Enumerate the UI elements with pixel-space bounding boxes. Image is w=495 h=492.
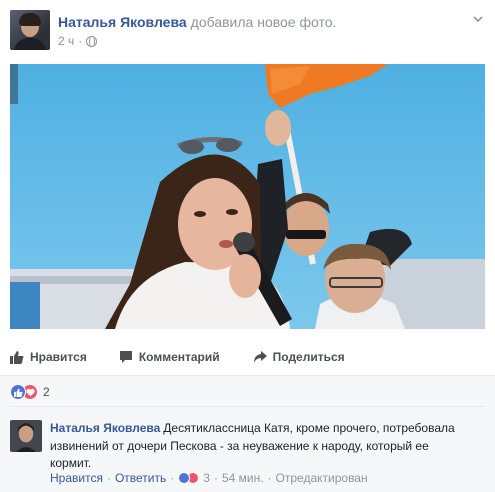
post-photo[interactable] [10, 64, 485, 329]
like-reaction-icon [10, 384, 26, 400]
comment-edited-label[interactable]: Отредактирован [276, 471, 368, 485]
comment-icon [119, 351, 132, 363]
globe-icon[interactable] [86, 35, 98, 47]
post-title-line: Наталья Яковлева добавила новое фото. [58, 14, 336, 30]
reaction-count: 2 [43, 385, 50, 399]
post-meta: 2 ч · [58, 34, 98, 48]
divider [10, 406, 485, 407]
comment-button-label: Комментарий [138, 350, 220, 364]
author-avatar[interactable] [10, 10, 50, 50]
comment-reaction-count[interactable]: 3 [203, 471, 210, 485]
post-timestamp[interactable]: 2 ч [58, 34, 74, 48]
comment-reply-link[interactable]: Ответить [115, 471, 166, 485]
author-name-link[interactable]: Наталья Яковлева [58, 14, 187, 30]
share-button[interactable]: Поделиться [253, 350, 345, 364]
chevron-down-icon[interactable] [473, 14, 483, 24]
post-action-text: добавила новое фото. [190, 14, 337, 30]
comment-like-link[interactable]: Нравится [50, 471, 103, 485]
photo-image [10, 64, 485, 329]
reactions-summary[interactable]: 2 [10, 384, 50, 400]
like-button[interactable]: Нравится [10, 350, 87, 364]
comment-footer: Нравится · Ответить · 3 · 54 мин. · Отре… [50, 471, 368, 485]
post-actions-bar: Нравится Комментарий Поделиться [10, 340, 485, 374]
share-arrow-icon [253, 351, 267, 363]
share-button-label: Поделиться [272, 350, 345, 364]
commenter-name-link[interactable]: Наталья Яковлева [50, 421, 160, 435]
post-header: Наталья Яковлева добавила новое фото. 2 ч… [10, 10, 485, 54]
thumbs-up-icon [10, 351, 24, 364]
like-button-label: Нравится [30, 350, 87, 364]
commenter-avatar[interactable] [10, 420, 42, 452]
comment-button[interactable]: Комментарий [119, 350, 220, 364]
comment-timestamp[interactable]: 54 мин. [222, 471, 264, 485]
comment-body: Наталья Яковлева Десятиклассница Катя, кр… [50, 420, 470, 473]
